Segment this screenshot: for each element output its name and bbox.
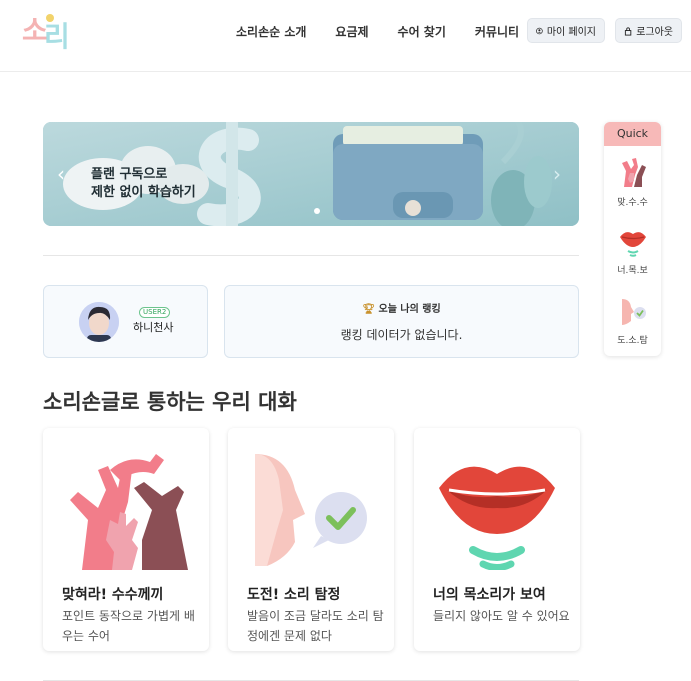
sign-hands-illustration <box>70 454 188 570</box>
face-check-illustration <box>255 454 367 566</box>
promo-banner[interactable]: ‹ › 플랜 구독으로 제한 없이 학습하기 <box>43 122 579 226</box>
quick-item-label: 도.소.탐 <box>617 336 648 346</box>
user-circle-icon <box>536 27 543 34</box>
avatar <box>79 302 119 342</box>
ranking-title-label: 오늘 나의 랭킹 <box>378 304 441 315</box>
feature-desc: 포인트 동작으로 가볍게 배우는 수어 <box>62 609 195 643</box>
banner-prev-arrow[interactable]: ‹ <box>57 162 65 186</box>
feature-title: 맞혀라! 수수께끼 <box>62 587 164 603</box>
divider <box>43 255 579 256</box>
banner-text: 플랜 구독으로 제한 없이 학습하기 <box>91 166 196 202</box>
quick-title: Quick <box>604 122 661 146</box>
profile-card[interactable]: USER2 하니천사 <box>43 285 208 358</box>
quick-item-riddle[interactable]: 맞.수.수 <box>604 157 661 208</box>
ranking-card: 🏆︎ 오늘 나의 랭킹 랭킹 데이터가 없습니다. <box>224 285 579 358</box>
section-title: 소리손글로 통하는 우리 대화 <box>43 390 297 414</box>
nav-search-sign[interactable]: 수어 찾기 <box>398 23 446 40</box>
quick-item-voice[interactable]: 너.목.보 <box>604 227 661 276</box>
ranking-empty-message: 랭킹 데이터가 없습니다. <box>340 328 463 342</box>
mypage-label: 마이 페이지 <box>546 27 596 38</box>
logo[interactable]: 소 리 <box>20 10 72 50</box>
lips-icon <box>619 232 646 257</box>
logout-button[interactable]: 로그아웃 <box>615 18 682 43</box>
feature-title: 너의 목소리가 보여 <box>433 587 546 603</box>
svg-text:리: 리 <box>44 20 70 50</box>
mypage-button[interactable]: 마이 페이지 <box>527 18 605 43</box>
feature-card-riddle[interactable]: 맞혀라! 수수께끼 포인트 동작으로 가볍게 배우는 수어 <box>43 428 209 651</box>
user-name: 하니천사 <box>133 321 174 334</box>
feature-card-voice[interactable]: 너의 목소리가 보여 들리지 않아도 알 수 있어요 <box>414 428 580 651</box>
quick-item-label: 맞.수.수 <box>617 198 648 208</box>
quick-item-detective[interactable]: 도.소.탐 <box>604 297 661 346</box>
face-check-icon <box>621 299 646 325</box>
banner-line-2: 제한 없이 학습하기 <box>91 185 196 200</box>
main-nav: 소리손순 소개 요금제 수어 찾기 커뮤니티 <box>236 23 548 40</box>
hands-icon <box>621 158 646 187</box>
feature-card-detective[interactable]: 도전! 소리 탐정 발음이 조금 달라도 소리 탐정에겐 문제 없다 <box>228 428 394 651</box>
feature-desc: 발음이 조금 달라도 소리 탐정에겐 문제 없다 <box>247 609 384 643</box>
user-level-badge: USER2 <box>139 307 171 318</box>
quick-item-label: 너.목.보 <box>617 266 648 276</box>
trophy-icon: 🏆︎ <box>362 304 376 315</box>
banner-line-1: 플랜 구독으로 <box>91 167 168 182</box>
lips-sound-illustration <box>439 466 555 570</box>
lock-icon <box>624 26 632 36</box>
quick-panel: Quick 맞.수.수 너.목.보 도.소.탐 <box>604 122 661 356</box>
ranking-title: 🏆︎ 오늘 나의 랭킹 <box>225 300 578 315</box>
nav-community[interactable]: 커뮤니티 <box>475 23 519 40</box>
feature-title: 도전! 소리 탐정 <box>247 587 341 603</box>
logout-label: 로그아웃 <box>636 27 673 38</box>
banner-next-arrow[interactable]: › <box>553 162 561 186</box>
nav-pricing[interactable]: 요금제 <box>335 23 368 40</box>
nav-intro[interactable]: 소리손순 소개 <box>236 23 306 40</box>
banner-page-indicator[interactable] <box>313 207 321 215</box>
header: 소 리 소리손순 소개 요금제 수어 찾기 커뮤니티 마이 페이지 로그아웃 <box>0 0 691 72</box>
feature-desc: 들리지 않아도 알 수 있어요 <box>433 609 570 623</box>
